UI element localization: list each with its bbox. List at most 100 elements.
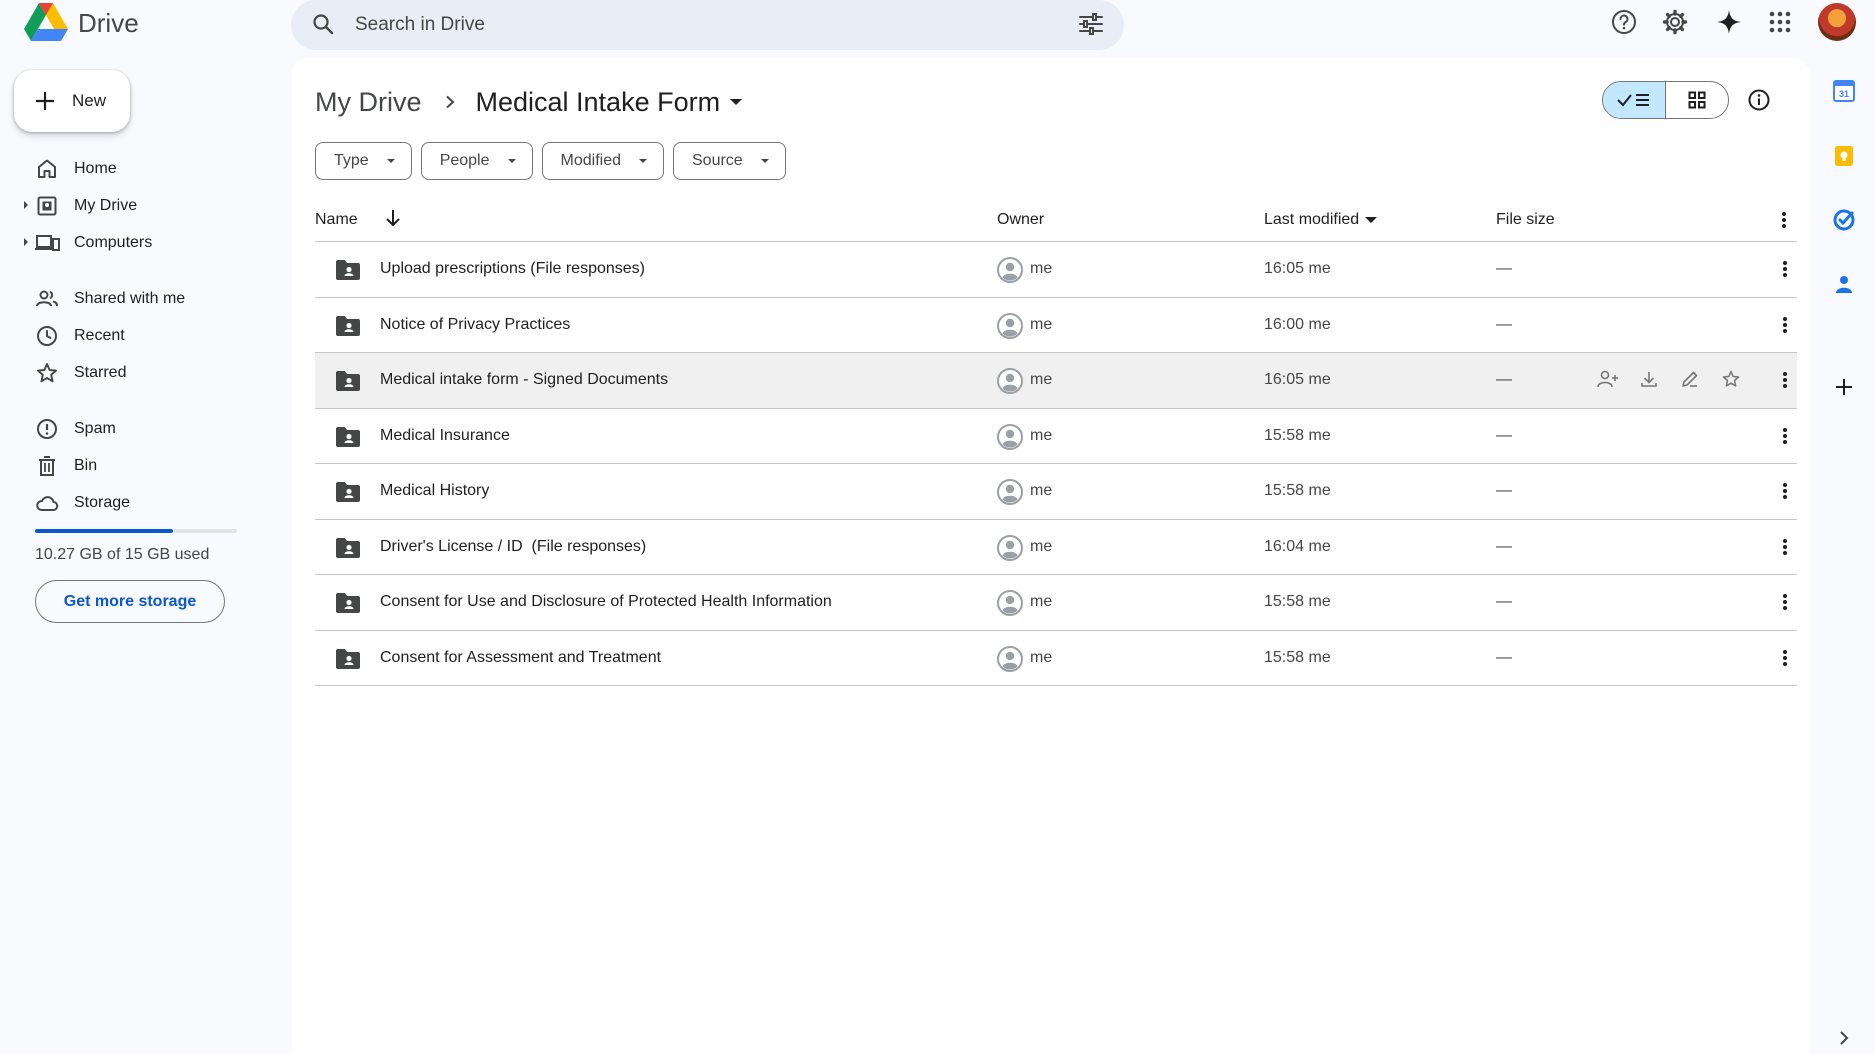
more-actions-icon[interactable] (1782, 481, 1788, 501)
gemini-sparkle-icon[interactable] (1715, 8, 1743, 36)
last-modified: 15:58 me (1264, 482, 1331, 499)
list-view-button[interactable] (1603, 82, 1666, 118)
more-actions-icon[interactable] (1782, 648, 1788, 668)
file-name: Consent for Assessment and Treatment (380, 648, 662, 666)
filter-label: Modified (560, 152, 621, 169)
file-name: Consent for Use and Disclosure of Protec… (380, 593, 832, 610)
table-row[interactable]: Medical Insurance me 15:58 me — (315, 409, 1797, 464)
column-header-file-size: File size (1496, 211, 1555, 229)
sidebar-item-label: My Drive (74, 197, 138, 214)
expand-caret-icon[interactable] (24, 238, 28, 246)
info-icon[interactable] (1747, 88, 1771, 112)
grid-icon (1688, 91, 1706, 109)
add-addon-plus-icon[interactable] (1832, 375, 1856, 399)
column-options-more-icon[interactable] (1781, 210, 1787, 230)
sidebar-item-label: Spam (74, 420, 116, 437)
breadcrumb-current-label: Medical Intake Form (475, 86, 721, 117)
get-more-storage-button[interactable]: Get more storage (35, 580, 225, 623)
drive-logo[interactable]: Drive (24, 2, 139, 44)
sidebar-item-storage[interactable]: Storage (24, 486, 254, 520)
search-input[interactable] (355, 8, 1035, 42)
sidebar-item-bin[interactable]: Bin (24, 449, 254, 483)
grid-view-button[interactable] (1666, 82, 1729, 118)
settings-gear-icon[interactable] (1661, 8, 1689, 36)
share-icon[interactable] (1587, 369, 1628, 389)
tasks-icon[interactable] (1832, 208, 1856, 232)
owner-name: me (1030, 648, 1053, 666)
sidebar-item-my-drive[interactable]: My Drive (24, 189, 254, 223)
expand-caret-icon[interactable] (24, 201, 28, 209)
breadcrumb-root[interactable]: My Drive (315, 87, 422, 118)
more-actions-icon[interactable] (1782, 426, 1788, 446)
shared-folder-icon (336, 482, 360, 502)
breadcrumb-current-folder[interactable]: Medical Intake Form (476, 87, 743, 118)
more-actions-icon[interactable] (1782, 370, 1788, 390)
row-quick-actions (1587, 369, 1751, 389)
column-header-label: File size (1496, 211, 1555, 228)
search-bar[interactable] (291, 0, 1124, 50)
new-button[interactable]: New (14, 70, 130, 132)
contacts-icon[interactable] (1832, 272, 1856, 296)
file-name: Notice of Privacy Practices (380, 315, 571, 333)
more-actions-icon[interactable] (1782, 537, 1788, 557)
last-modified: 16:05 me (1264, 260, 1331, 277)
owner-avatar-icon (997, 479, 1023, 505)
top-bar: Drive (0, 0, 1875, 50)
last-modified: 15:58 me (1264, 593, 1331, 610)
help-icon[interactable] (1610, 8, 1638, 36)
download-icon[interactable] (1628, 369, 1669, 389)
rename-pencil-icon[interactable] (1669, 369, 1710, 389)
shared-folder-icon (336, 537, 360, 558)
table-row[interactable]: Consent for Assessment and Treatment me 15… (315, 631, 1797, 686)
sort-direction-arrow-icon[interactable] (385, 209, 401, 227)
chevron-right-icon (444, 95, 456, 109)
svg-text:31: 31 (1839, 89, 1849, 99)
table-row[interactable]: Medical intake form - Signed Documents me… (315, 353, 1797, 409)
home-icon (35, 157, 59, 181)
sidebar-item-starred[interactable]: Starred (24, 356, 254, 390)
sidebar-item-label: Starred (74, 364, 127, 381)
table-row[interactable]: Consent for Use and Disclosure of Protec… (315, 575, 1797, 631)
table-row[interactable]: Upload prescriptions (File responses) me 1… (315, 242, 1797, 298)
search-icon[interactable] (311, 12, 335, 36)
table-row[interactable]: Driver's License / ID (File responses) me… (315, 520, 1797, 575)
filter-people[interactable]: People (420, 142, 533, 180)
apps-grid-icon[interactable] (1766, 8, 1794, 36)
more-actions-icon[interactable] (1782, 315, 1788, 335)
add-star-icon[interactable] (1710, 369, 1751, 389)
search-options-icon[interactable] (1078, 12, 1104, 36)
file-size: — (1496, 648, 1512, 666)
filter-modified[interactable]: Modified (541, 142, 664, 180)
owner-avatar-icon (997, 257, 1023, 283)
sidebar-item-spam[interactable]: Spam (24, 412, 254, 446)
keep-icon[interactable] (1832, 144, 1856, 168)
sidebar-item-recent[interactable]: Recent (24, 319, 254, 353)
cloud-icon (35, 491, 59, 515)
table-row[interactable]: Medical History me 15:58 me — (315, 464, 1797, 520)
filter-type[interactable]: Type (315, 142, 412, 180)
owner-avatar-icon (997, 368, 1023, 394)
storage-usage-text: 10.27 GB of 15 GB used (35, 546, 210, 563)
column-header-label: Owner (997, 211, 1045, 228)
filter-source[interactable]: Source (673, 142, 786, 180)
spam-icon (35, 417, 59, 441)
table-row[interactable]: Notice of Privacy Practices me 16:00 me — (315, 298, 1797, 353)
shared-folder-icon (336, 648, 360, 669)
sidebar-item-home[interactable]: Home (24, 152, 254, 186)
more-actions-icon[interactable] (1782, 259, 1788, 279)
column-header-name[interactable]: Name (315, 211, 358, 229)
chevron-right-expand-icon[interactable] (1832, 1026, 1856, 1050)
table-header: Name Owner Last modified File size (315, 198, 1797, 242)
filter-label: People (439, 152, 490, 169)
sidebar-item-shared-with-me[interactable]: Shared with me (24, 282, 254, 316)
owner-name: me (1030, 426, 1053, 444)
last-modified: 16:00 me (1264, 315, 1331, 333)
file-name: Upload prescriptions (File responses) (380, 260, 645, 277)
file-size: — (1496, 593, 1512, 610)
app-name: Drive (78, 7, 139, 38)
more-actions-icon[interactable] (1782, 592, 1788, 612)
sidebar-item-computers[interactable]: Computers (24, 226, 254, 260)
file-size: — (1496, 315, 1512, 333)
column-header-last-modified[interactable]: Last modified (1264, 211, 1378, 229)
calendar-icon[interactable]: 31 (1832, 79, 1856, 103)
